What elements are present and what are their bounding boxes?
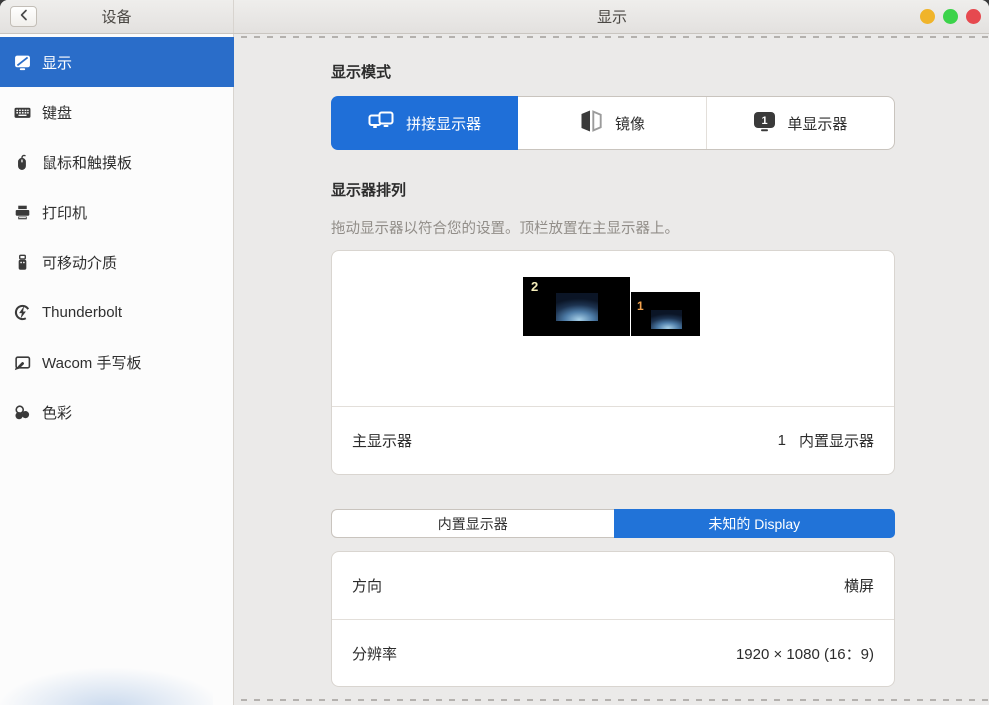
arrangement-canvas: 2 1: [332, 251, 894, 407]
resolution-label: 分辨率: [352, 643, 736, 664]
page-title: 显示: [597, 6, 627, 27]
maximize-button[interactable]: [943, 9, 958, 24]
primary-display-label: 主显示器: [352, 430, 778, 451]
sidebar-item-label: 显示: [42, 52, 72, 73]
sidebar-item-label: 打印机: [42, 202, 87, 223]
mirror-icon: [579, 109, 604, 137]
monitor-thumbnail-1[interactable]: 1: [631, 292, 700, 336]
monitor-wallpaper: [651, 310, 682, 329]
mode-option-label: 镜像: [615, 113, 645, 134]
svg-text:1: 1: [762, 115, 768, 127]
sidebar: 显示 键盘 鼠标和触摸板 打印机 可移动介质: [0, 34, 234, 705]
sidebar-item-thunderbolt[interactable]: Thunderbolt: [0, 287, 233, 337]
tab-label: 内置显示器: [438, 514, 508, 534]
sidebar-item-label: 键盘: [42, 102, 72, 123]
mode-mirror-button[interactable]: 镜像: [518, 97, 705, 149]
undershoot-dashes-bottom: [241, 699, 989, 701]
printer-icon: [14, 204, 31, 221]
monitor-number-label: 1: [637, 299, 644, 313]
primary-display-name: 内置显示器: [799, 430, 874, 451]
minimize-button[interactable]: [920, 9, 935, 24]
primary-display-number: 1: [778, 432, 786, 449]
arrangement-subtitle: 拖动显示器以符合您的设置。顶栏放置在主显示器上。: [331, 217, 895, 238]
sidebar-header-title: 设备: [101, 6, 131, 27]
mode-join-displays-button[interactable]: 拼接显示器: [331, 96, 518, 150]
monitor-number-label: 2: [531, 279, 538, 294]
sidebar-item-color[interactable]: 色彩: [0, 387, 233, 437]
tab-unknown-display[interactable]: 未知的 Display: [614, 509, 896, 538]
sidebar-item-printers[interactable]: 打印机: [0, 187, 233, 237]
display-selector-tabs: 内置显示器 未知的 Display: [331, 509, 895, 538]
sidebar-item-label: 色彩: [42, 402, 72, 423]
color-icon: [14, 404, 31, 421]
primary-display-row[interactable]: 主显示器 1 内置显示器: [332, 407, 894, 473]
sidebar-item-label: Thunderbolt: [42, 304, 122, 321]
monitor-wallpaper: [556, 293, 598, 321]
monitor-thumbnail-2[interactable]: 2: [523, 277, 630, 336]
display-mode-title: 显示模式: [331, 61, 895, 82]
headerbar: 设备 显示: [0, 0, 989, 34]
mouse-icon: [14, 154, 31, 171]
wacom-tablet-icon: [14, 354, 31, 371]
sidebar-item-keyboard[interactable]: 键盘: [0, 87, 233, 137]
sidebar-item-mouse-touchpad[interactable]: 鼠标和触摸板: [0, 137, 233, 187]
display-settings-panel: 方向 横屏 分辨率 1920 × 1080 (16：9): [331, 551, 895, 687]
sidebar-item-label: 鼠标和触摸板: [42, 152, 132, 173]
resolution-value: 1920 × 1080 (16：9): [736, 643, 874, 664]
sidebar-item-display[interactable]: 显示: [0, 37, 234, 87]
settings-window: 设备 显示 显示 键盘: [0, 0, 989, 705]
mode-single-display-button[interactable]: 1 单显示器: [706, 97, 894, 149]
tab-built-in-display[interactable]: 内置显示器: [332, 510, 614, 537]
display-mode-segmented-control: 拼接显示器 镜像 1 单显示器: [331, 96, 895, 150]
mode-option-label: 单显示器: [787, 113, 847, 134]
back-button[interactable]: [10, 6, 37, 27]
back-chevron-icon: [19, 8, 29, 26]
orientation-value: 横屏: [844, 575, 874, 596]
sidebar-item-removable-media[interactable]: 可移动介质: [0, 237, 233, 287]
join-displays-icon: [368, 110, 395, 137]
window-controls: [920, 0, 981, 33]
orientation-label: 方向: [352, 575, 844, 596]
tab-label: 未知的 Display: [708, 514, 800, 534]
thunderbolt-icon: [14, 304, 31, 321]
resolution-row[interactable]: 分辨率 1920 × 1080 (16：9): [332, 619, 894, 686]
primary-display-value: 1 内置显示器: [778, 430, 874, 451]
sidebar-item-wacom-tablet[interactable]: Wacom 手写板: [0, 337, 233, 387]
sidebar-item-label: Wacom 手写板: [42, 352, 141, 373]
display-icon: [14, 54, 31, 71]
header-main-section: 显示: [235, 0, 989, 33]
sidebar-item-label: 可移动介质: [42, 252, 117, 273]
keyboard-icon: [14, 104, 31, 121]
arrangement-panel: 2 1 主显示器 1 内置显示器: [331, 250, 895, 475]
single-display-icon: 1: [753, 111, 776, 136]
orientation-row[interactable]: 方向 横屏: [332, 552, 894, 619]
mode-option-label: 拼接显示器: [406, 113, 481, 134]
arrangement-title: 显示器排列: [331, 179, 895, 200]
content-pane: 显示模式 拼接显示器 镜像 1: [235, 34, 989, 705]
usb-drive-icon: [14, 254, 31, 271]
close-button[interactable]: [966, 9, 981, 24]
